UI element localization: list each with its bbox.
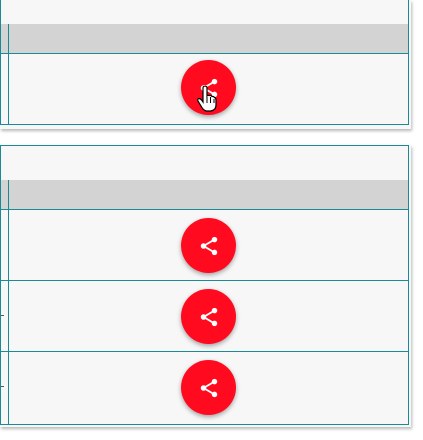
row-marker: [1, 315, 4, 316]
column-divider: [8, 180, 9, 209]
column-divider: [8, 54, 9, 124]
share-button[interactable]: [181, 218, 236, 273]
table-header-row: [1, 24, 408, 54]
table-row: [1, 352, 408, 424]
column-divider: [8, 281, 9, 351]
share-button[interactable]: [181, 289, 236, 344]
share-table-card-bottom: [0, 145, 411, 427]
table-row: [1, 210, 408, 281]
column-divider: [8, 24, 9, 53]
table-caption-row: [1, 146, 408, 181]
share-icon: [200, 307, 217, 326]
share-table-bottom: [0, 145, 409, 425]
row-marker: [1, 386, 4, 387]
share-icon: [200, 78, 217, 97]
table-row: [1, 281, 408, 352]
column-divider: [8, 210, 9, 280]
share-table-card-top: [0, 0, 411, 129]
share-button[interactable]: [181, 60, 236, 115]
table-row: [1, 54, 408, 124]
share-table-top: [0, 0, 409, 125]
share-button[interactable]: [181, 360, 236, 415]
column-divider: [8, 352, 9, 424]
share-icon: [200, 236, 217, 255]
table-caption-row: [1, 0, 408, 25]
share-icon: [200, 378, 217, 397]
table-header-row: [1, 180, 408, 210]
